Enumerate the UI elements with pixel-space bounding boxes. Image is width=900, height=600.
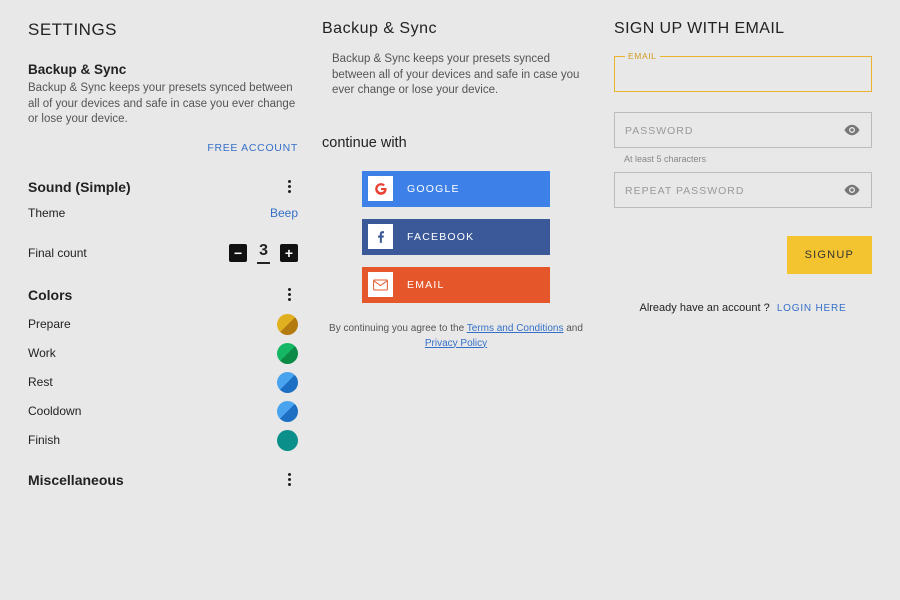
terms-link[interactable]: Terms and Conditions xyxy=(467,323,564,334)
color-row-cooldown: Cooldown xyxy=(28,401,298,422)
facebook-icon xyxy=(368,224,393,249)
color-row-finish: Finish xyxy=(28,430,298,451)
color-swatch-prepare[interactable] xyxy=(277,314,298,335)
backup-panel-title: Backup & Sync xyxy=(322,20,590,38)
signup-button[interactable]: SIGNUP xyxy=(787,236,872,274)
repeat-password-field-wrapper xyxy=(614,172,872,208)
google-label: GOOGLE xyxy=(407,183,460,195)
color-label: Finish xyxy=(28,433,60,447)
facebook-signin-button[interactable]: FACEBOOK xyxy=(362,219,550,255)
google-signin-button[interactable]: GOOGLE xyxy=(362,171,550,207)
color-row-rest: Rest xyxy=(28,372,298,393)
repeat-password-input[interactable] xyxy=(625,183,843,197)
color-label: Rest xyxy=(28,375,53,389)
final-count-label: Final count xyxy=(28,246,87,260)
sound-heading: Sound (Simple) xyxy=(28,179,131,195)
password-helper: At least 5 characters xyxy=(624,154,872,164)
email-icon xyxy=(368,272,393,297)
show-password-icon[interactable] xyxy=(843,121,861,139)
email-field-wrapper: EMAIL xyxy=(614,56,872,92)
increment-button[interactable]: + xyxy=(280,244,298,262)
backup-panel-desc: Backup & Sync keeps your presets synced … xyxy=(322,52,590,99)
signup-title: SIGN UP WITH EMAIL xyxy=(614,20,872,38)
colors-heading: Colors xyxy=(28,287,72,303)
agree-text: By continuing you agree to the Terms and… xyxy=(322,321,590,351)
color-swatch-work[interactable] xyxy=(277,343,298,364)
email-floating-label: EMAIL xyxy=(625,51,660,61)
email-input[interactable] xyxy=(625,67,861,81)
color-label: Prepare xyxy=(28,317,71,331)
decrement-button[interactable]: − xyxy=(229,244,247,262)
final-count-stepper: − 3 + xyxy=(229,242,298,264)
color-swatch-cooldown[interactable] xyxy=(277,401,298,422)
color-label: Cooldown xyxy=(28,404,81,418)
misc-heading: Miscellaneous xyxy=(28,472,124,488)
already-account-text: Already have an account ? LOGIN HERE xyxy=(614,302,872,314)
backup-desc: Backup & Sync keeps your presets synced … xyxy=(28,81,298,128)
google-icon xyxy=(368,176,393,201)
theme-value[interactable]: Beep xyxy=(270,206,298,220)
facebook-label: FACEBOOK xyxy=(407,231,474,243)
password-input[interactable] xyxy=(625,123,843,137)
color-row-work: Work xyxy=(28,343,298,364)
free-account-link[interactable]: FREE ACCOUNT xyxy=(28,142,298,154)
color-swatch-finish[interactable] xyxy=(277,430,298,451)
sound-menu-icon[interactable] xyxy=(280,178,298,196)
final-count-value: 3 xyxy=(257,242,270,264)
colors-menu-icon[interactable] xyxy=(280,286,298,304)
color-label: Work xyxy=(28,346,56,360)
continue-with-label: continue with xyxy=(322,135,590,151)
settings-title: SETTINGS xyxy=(28,20,298,40)
email-label: EMAIL xyxy=(407,279,445,291)
misc-menu-icon[interactable] xyxy=(280,471,298,489)
color-row-prepare: Prepare xyxy=(28,314,298,335)
privacy-link[interactable]: Privacy Policy xyxy=(425,338,487,349)
login-here-link[interactable]: LOGIN HERE xyxy=(777,303,847,314)
show-repeat-password-icon[interactable] xyxy=(843,181,861,199)
password-field-wrapper xyxy=(614,112,872,148)
color-swatch-rest[interactable] xyxy=(277,372,298,393)
backup-heading: Backup & Sync xyxy=(28,62,298,77)
theme-label: Theme xyxy=(28,206,65,220)
email-signin-button[interactable]: EMAIL xyxy=(362,267,550,303)
